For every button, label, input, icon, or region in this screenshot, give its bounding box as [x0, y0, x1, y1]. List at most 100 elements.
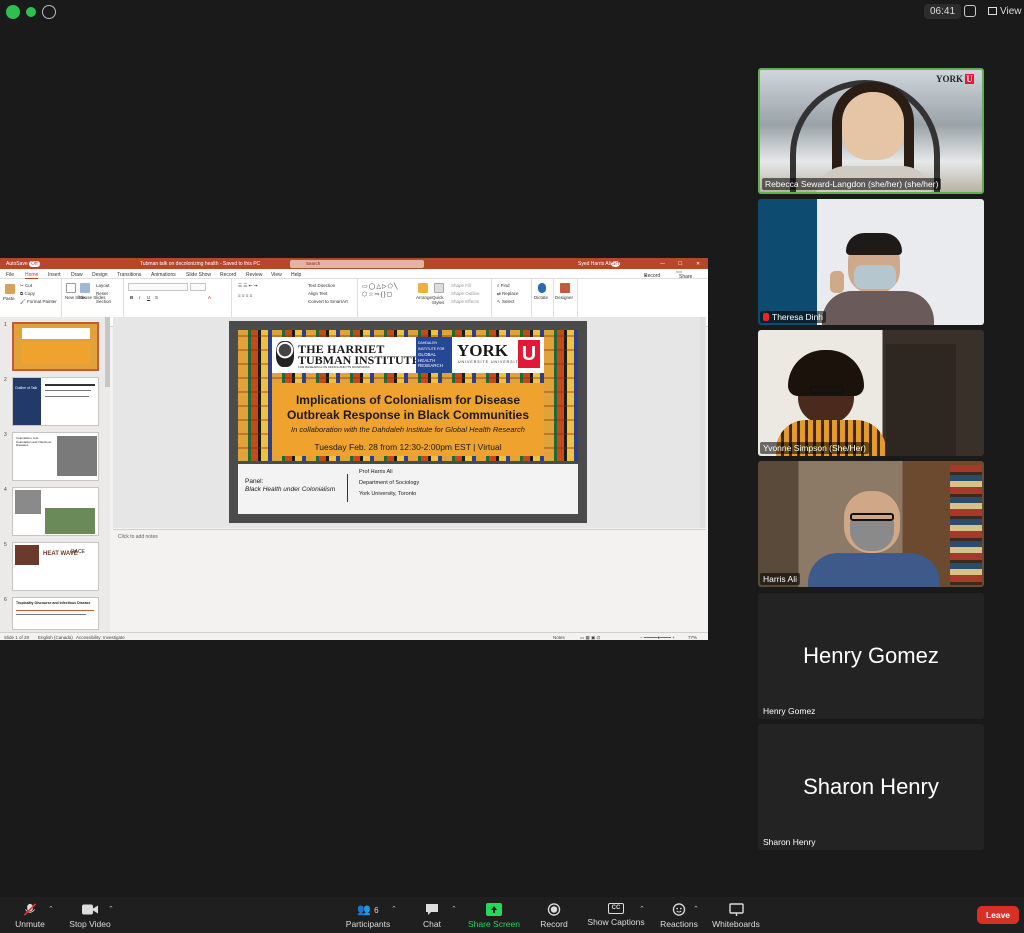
font-color-icon[interactable]: A: [208, 295, 211, 300]
recording-status-icon[interactable]: [24, 5, 38, 19]
maximize-icon[interactable]: ☐: [678, 261, 682, 267]
arrange-icon[interactable]: [418, 283, 428, 293]
reactions-chevron-icon[interactable]: ⌃: [693, 905, 699, 913]
slide-thumbnail-pane[interactable]: 1 2 Outline of Talk 3 Colonialism, Anti-…: [0, 317, 110, 632]
new-slide-icon[interactable]: [66, 283, 76, 293]
font-size-select[interactable]: [190, 283, 206, 291]
minimize-icon[interactable]: —: [660, 261, 665, 267]
audio-options-chevron-icon[interactable]: ⌃: [48, 905, 54, 913]
slide-thumbnail[interactable]: Tropicality Discourse and Infectious Dis…: [12, 597, 99, 630]
chat-button[interactable]: Chat: [418, 903, 446, 929]
dictate-button[interactable]: Dictate: [534, 295, 548, 300]
shapes-gallery-row2[interactable]: ⬡☆⇨{}▢: [362, 291, 393, 298]
reuse-slides-icon[interactable]: [80, 283, 90, 293]
menu-record[interactable]: Record: [220, 272, 236, 278]
italic-button[interactable]: I: [139, 295, 140, 300]
ppt-share-button[interactable]: Share: [676, 270, 692, 280]
captions-chevron-icon[interactable]: ⌃: [639, 905, 645, 913]
font-family-select[interactable]: [128, 283, 188, 291]
menu-animations[interactable]: Animations: [151, 272, 176, 278]
underline-button[interactable]: U: [147, 295, 150, 300]
share-screen-button[interactable]: Share Screen: [466, 903, 522, 929]
notes-toggle[interactable]: Notes: [553, 635, 565, 640]
slide-thumbnail[interactable]: [12, 322, 99, 371]
participant-tile[interactable]: Theresa Dinh: [758, 199, 984, 325]
leave-button[interactable]: Leave: [977, 906, 1019, 924]
menu-transitions[interactable]: Transitions: [117, 272, 141, 278]
slide-thumbnail[interactable]: HEAT WAVE RACE: [12, 542, 99, 591]
designer-icon[interactable]: [560, 283, 570, 293]
menu-draw[interactable]: Draw: [71, 272, 83, 278]
participant-tile[interactable]: Sharon Henry Sharon Henry: [758, 724, 984, 850]
slide-thumbnail[interactable]: Outline of Talk: [12, 377, 99, 426]
layout-icon[interactable]: [964, 5, 976, 17]
menu-review[interactable]: Review: [246, 272, 262, 278]
autosave-toggle[interactable]: AutoSave Off: [6, 261, 40, 267]
paste-button[interactable]: Paste: [3, 296, 15, 301]
language-indicator[interactable]: English (Canada): [38, 635, 73, 640]
shape-effects-button[interactable]: Shape Effects: [451, 299, 479, 304]
text-direction-button[interactable]: Text Direction: [308, 283, 335, 288]
menu-design[interactable]: Design: [92, 272, 108, 278]
bold-button[interactable]: B: [130, 295, 133, 300]
thumbnail-scrollbar[interactable]: [105, 317, 110, 387]
shape-outline-button[interactable]: Shape Outline: [451, 291, 480, 296]
microphone-icon[interactable]: [538, 283, 546, 293]
section-button[interactable]: Section: [96, 299, 111, 304]
participant-tile[interactable]: Henry Gomez Henry Gomez: [758, 593, 984, 719]
meeting-info-icon[interactable]: [42, 5, 56, 19]
paste-icon[interactable]: [5, 284, 15, 294]
menu-home[interactable]: Home: [25, 272, 39, 279]
participant-tile[interactable]: Yvonne Simpson (She/Her): [758, 330, 984, 456]
align-icons[interactable]: ≡ ≡ ≡ ≡: [238, 293, 252, 298]
shapes-gallery[interactable]: ▭◯△▷⬠╲: [362, 283, 398, 290]
copy-button[interactable]: ⧉ Copy: [20, 291, 35, 296]
speaker-notes-area[interactable]: Click to add notes: [113, 529, 706, 632]
participants-chevron-icon[interactable]: ⌃: [391, 905, 397, 913]
show-captions-button[interactable]: CC Show Captions: [586, 903, 646, 927]
view-button[interactable]: View: [988, 6, 1022, 17]
align-text-button[interactable]: Align Text: [308, 291, 327, 296]
menu-slide-show[interactable]: Slide Show: [186, 272, 211, 278]
menu-view[interactable]: View: [271, 272, 282, 278]
slide-thumbnail[interactable]: Colonialism, Anti-Colonialism and Infect…: [12, 432, 99, 481]
canvas-scrollbar[interactable]: [700, 317, 705, 528]
stop-video-button[interactable]: Stop Video: [66, 903, 114, 929]
quick-styles-button[interactable]: Quick Styles: [432, 295, 448, 305]
record-button[interactable]: Record: [536, 903, 572, 929]
whiteboards-button[interactable]: Whiteboards: [710, 903, 762, 929]
shield-icon[interactable]: [6, 5, 20, 19]
menu-insert[interactable]: Insert: [48, 272, 61, 278]
quick-styles-icon[interactable]: [434, 283, 444, 293]
menu-file[interactable]: File: [6, 272, 14, 278]
slide-thumbnail[interactable]: [12, 487, 99, 536]
unmute-button[interactable]: Unmute: [14, 903, 46, 929]
participants-button[interactable]: 👥 6 Participants: [343, 903, 393, 929]
participant-tile[interactable]: Harris Ali: [758, 461, 984, 587]
designer-button[interactable]: Designer: [555, 295, 573, 300]
bullets-icon[interactable]: ☰ ☰ ⇤ ⇥: [238, 283, 257, 289]
accessibility-indicator[interactable]: Accessibility: Investigate: [76, 635, 125, 640]
cut-button[interactable]: ✂ Cut: [20, 283, 32, 289]
format-painter-button[interactable]: 🖌 Format Painter: [20, 299, 57, 305]
arrange-button[interactable]: Arrange: [416, 295, 432, 300]
zoom-level[interactable]: 77%: [688, 635, 697, 640]
select-button[interactable]: ↖ Select: [497, 299, 515, 305]
video-options-chevron-icon[interactable]: ⌃: [108, 905, 114, 913]
replace-button[interactable]: ⇄ Replace: [497, 291, 519, 297]
find-button[interactable]: ⌕ Find: [497, 283, 510, 288]
strikethrough-button[interactable]: S: [155, 295, 158, 300]
ppt-user-avatar[interactable]: SH: [611, 261, 620, 267]
ppt-search-box[interactable]: Search: [290, 259, 424, 268]
chat-chevron-icon[interactable]: ⌃: [451, 905, 457, 913]
current-slide[interactable]: THE HARRIET TUBMAN INSTITUTE FOR RESEARC…: [229, 321, 587, 523]
shape-fill-button[interactable]: Shape Fill: [451, 283, 471, 288]
close-icon[interactable]: ✕: [696, 261, 700, 267]
participant-tile[interactable]: YORK U Rebecca Seward-Langdon (she/her) …: [758, 68, 984, 194]
convert-smartart-button[interactable]: Convert to SmartArt: [308, 299, 348, 304]
reset-button[interactable]: Reset: [96, 291, 108, 296]
zoom-slider[interactable]: − ━━━━━●━━━━ +: [640, 635, 675, 641]
menu-help[interactable]: Help: [291, 272, 301, 278]
view-mode-icons[interactable]: ▭ ▦ ▣ ⊡: [580, 635, 600, 641]
layout-button[interactable]: Layout: [96, 283, 110, 288]
